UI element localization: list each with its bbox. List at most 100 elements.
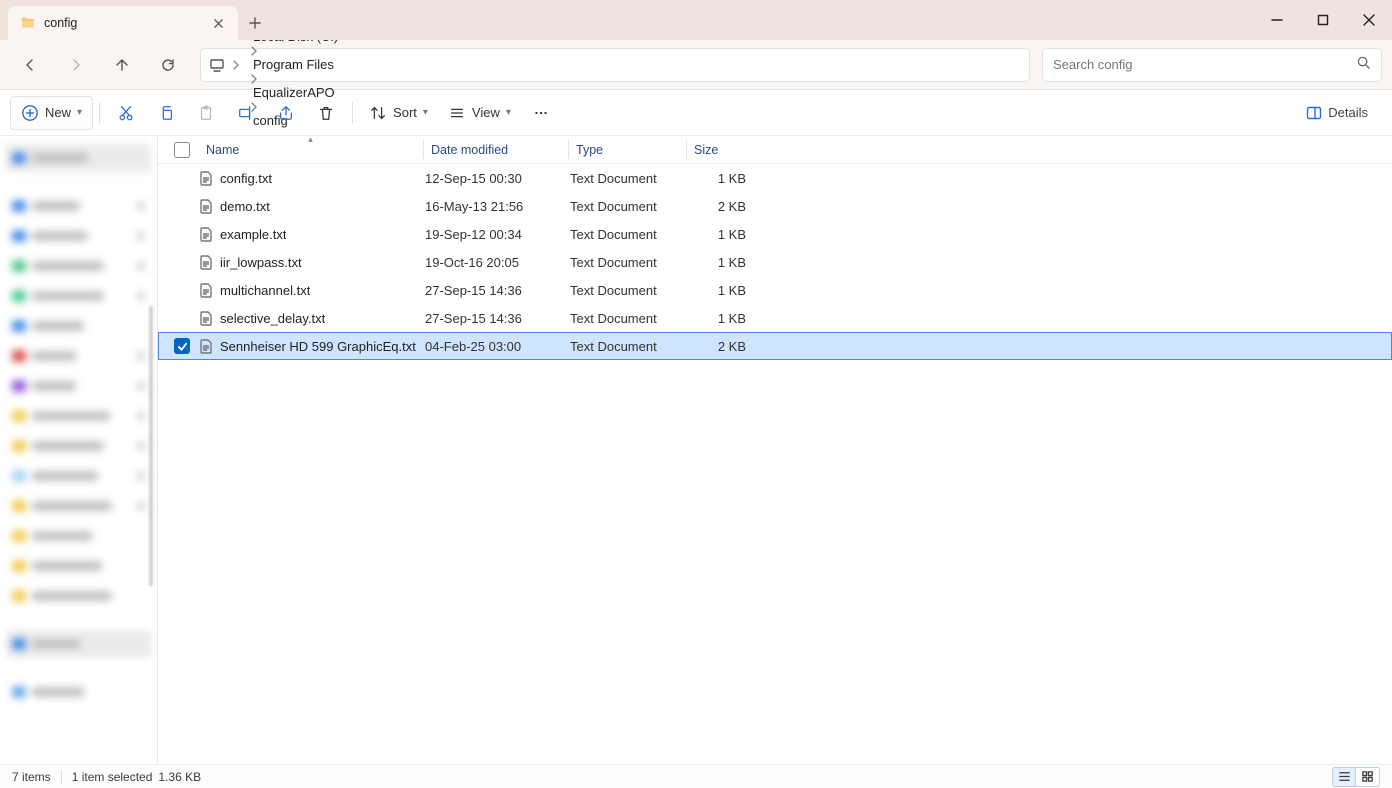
minimize-button[interactable] bbox=[1254, 0, 1300, 40]
text-document-icon bbox=[198, 198, 214, 214]
file-date: 19-Oct-16 20:05 bbox=[417, 255, 562, 270]
new-tab-button[interactable] bbox=[238, 6, 272, 40]
file-size: 1 KB bbox=[680, 311, 756, 326]
view-mode-toggle bbox=[1332, 767, 1380, 787]
file-date: 19-Sep-12 00:34 bbox=[417, 227, 562, 242]
file-type: Text Document bbox=[562, 171, 680, 186]
status-item-count: 7 items bbox=[12, 770, 51, 784]
text-document-icon bbox=[198, 254, 214, 270]
pc-icon[interactable] bbox=[207, 55, 227, 75]
sidebar-item[interactable] bbox=[6, 312, 151, 340]
delete-button[interactable] bbox=[306, 96, 346, 130]
address-bar: This PCLocal Disk (C:)Program FilesEqual… bbox=[0, 40, 1392, 90]
arrow-up-icon bbox=[114, 57, 130, 73]
sidebar-item[interactable] bbox=[6, 222, 151, 250]
maximize-button[interactable] bbox=[1300, 0, 1346, 40]
text-document-icon bbox=[198, 310, 214, 326]
sidebar-item[interactable] bbox=[6, 552, 151, 580]
chevron-down-icon: ▾ bbox=[77, 107, 82, 118]
sidebar-item[interactable] bbox=[6, 372, 151, 400]
file-list[interactable]: config.txt12-Sep-15 00:30Text Document1 … bbox=[158, 164, 1392, 764]
sidebar-item[interactable] bbox=[6, 678, 151, 706]
search-icon bbox=[1356, 55, 1371, 75]
more-button[interactable] bbox=[521, 96, 561, 130]
status-selection-size: 1.36 KB bbox=[158, 770, 201, 784]
sort-button[interactable]: Sort ▾ bbox=[359, 96, 438, 130]
details-pane-button[interactable]: Details bbox=[1292, 96, 1382, 130]
titlebar: config bbox=[0, 0, 1392, 40]
close-window-button[interactable] bbox=[1346, 0, 1392, 40]
sidebar-item[interactable] bbox=[6, 402, 151, 430]
file-date: 27-Sep-15 14:36 bbox=[417, 311, 562, 326]
column-header-type[interactable]: Type bbox=[568, 136, 686, 163]
file-row[interactable]: example.txt19-Sep-12 00:34Text Document1… bbox=[158, 220, 1392, 248]
forward-button[interactable] bbox=[56, 47, 96, 83]
sidebar-item[interactable] bbox=[6, 492, 151, 520]
select-all-checkbox[interactable] bbox=[174, 142, 190, 158]
copy-button[interactable] bbox=[146, 96, 186, 130]
file-type: Text Document bbox=[562, 311, 680, 326]
up-button[interactable] bbox=[102, 47, 142, 83]
refresh-button[interactable] bbox=[148, 47, 188, 83]
details-icon bbox=[1306, 105, 1322, 121]
paste-button[interactable] bbox=[186, 96, 226, 130]
file-row[interactable]: config.txt12-Sep-15 00:30Text Document1 … bbox=[158, 164, 1392, 192]
status-bar: 7 items 1 item selected 1.36 KB bbox=[0, 764, 1392, 788]
view-icon bbox=[448, 104, 466, 122]
sidebar-item[interactable] bbox=[6, 282, 151, 310]
sidebar-item[interactable] bbox=[6, 252, 151, 280]
file-type: Text Document bbox=[562, 255, 680, 270]
search-input[interactable] bbox=[1053, 57, 1356, 72]
sidebar-item[interactable] bbox=[6, 582, 151, 610]
files-pane: ▴ Name Date modified Type Size config.tx… bbox=[158, 136, 1392, 764]
view-button[interactable]: View ▾ bbox=[438, 96, 521, 130]
column-header-name[interactable]: ▴ Name bbox=[198, 136, 423, 163]
copy-icon bbox=[157, 104, 175, 122]
rename-button[interactable] bbox=[226, 96, 266, 130]
cut-button[interactable] bbox=[106, 96, 146, 130]
file-row[interactable]: multichannel.txt27-Sep-15 14:36Text Docu… bbox=[158, 276, 1392, 304]
arrow-left-icon bbox=[22, 57, 38, 73]
text-document-icon bbox=[198, 282, 214, 298]
sidebar-item[interactable] bbox=[6, 144, 151, 172]
file-row[interactable]: demo.txt16-May-13 21:56Text Document2 KB bbox=[158, 192, 1392, 220]
grid-icon bbox=[1361, 770, 1374, 783]
refresh-icon bbox=[160, 57, 176, 73]
chevron-right-icon[interactable] bbox=[227, 60, 245, 70]
view-details-button[interactable] bbox=[1332, 767, 1356, 787]
column-header-date[interactable]: Date modified bbox=[423, 136, 568, 163]
maximize-icon bbox=[1317, 14, 1329, 26]
share-button[interactable] bbox=[266, 96, 306, 130]
sidebar-item[interactable] bbox=[6, 432, 151, 460]
view-thumbnails-button[interactable] bbox=[1356, 767, 1380, 787]
file-name: iir_lowpass.txt bbox=[220, 255, 302, 270]
breadcrumb-segment[interactable]: Program Files bbox=[245, 53, 342, 76]
file-row[interactable]: selective_delay.txt27-Sep-15 14:36Text D… bbox=[158, 304, 1392, 332]
sidebar-item[interactable] bbox=[6, 462, 151, 490]
sidebar-item[interactable] bbox=[6, 192, 151, 220]
row-checkbox[interactable] bbox=[174, 338, 190, 354]
tab-close-button[interactable] bbox=[210, 15, 226, 31]
arrow-right-icon bbox=[68, 57, 84, 73]
file-type: Text Document bbox=[562, 227, 680, 242]
sidebar-item[interactable] bbox=[6, 342, 151, 370]
new-button[interactable]: New ▾ bbox=[10, 96, 93, 130]
search-box[interactable] bbox=[1042, 48, 1382, 82]
separator bbox=[352, 102, 353, 124]
minimize-icon bbox=[1271, 14, 1283, 26]
file-type: Text Document bbox=[562, 199, 680, 214]
file-name: demo.txt bbox=[220, 199, 270, 214]
file-row[interactable]: Sennheiser HD 599 GraphicEq.txt04-Feb-25… bbox=[158, 332, 1392, 360]
window-controls bbox=[1254, 0, 1392, 40]
breadcrumb[interactable]: This PCLocal Disk (C:)Program FilesEqual… bbox=[200, 48, 1030, 82]
sidebar-item[interactable] bbox=[6, 630, 151, 658]
plus-icon bbox=[249, 17, 261, 29]
ellipsis-icon bbox=[532, 104, 550, 122]
folder-icon bbox=[20, 15, 36, 31]
file-row[interactable]: iir_lowpass.txt 19-Oct-16 20:05Text Docum… bbox=[158, 248, 1392, 276]
tab-config[interactable]: config bbox=[8, 6, 238, 40]
navigation-sidebar[interactable] bbox=[0, 136, 158, 764]
back-button[interactable] bbox=[10, 47, 50, 83]
sidebar-item[interactable] bbox=[6, 522, 151, 550]
column-header-size[interactable]: Size bbox=[686, 136, 762, 163]
